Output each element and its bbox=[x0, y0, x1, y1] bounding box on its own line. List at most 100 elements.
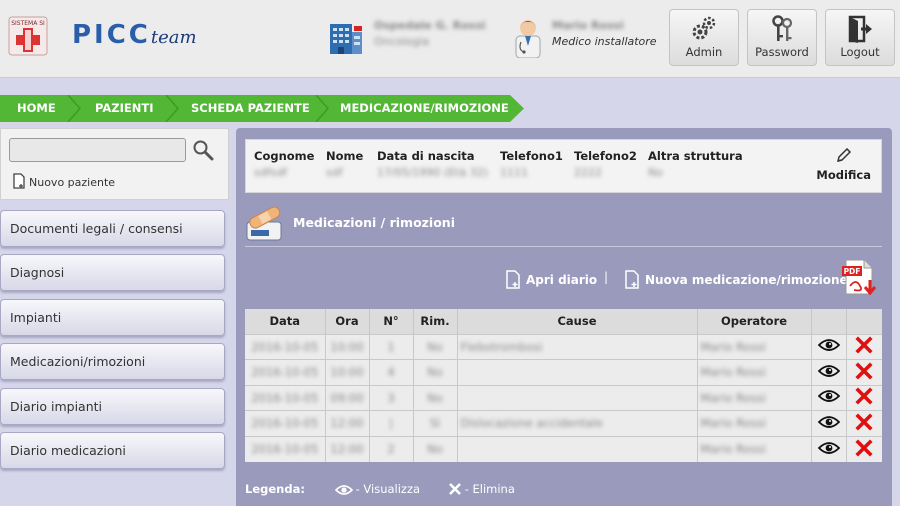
cell-operator: Mario Rossi bbox=[700, 416, 766, 431]
sidebar-item-implants[interactable]: Impianti bbox=[0, 299, 225, 336]
new-patient-label: Nuovo paziente bbox=[29, 176, 116, 189]
pencil-icon bbox=[836, 148, 851, 163]
breadcrumb-home[interactable]: HOME bbox=[17, 95, 56, 122]
logout-button[interactable]: Logout bbox=[825, 9, 895, 66]
gears-icon bbox=[692, 16, 716, 40]
sidebar-item-legal-documents[interactable]: Documenti legali / consensi bbox=[0, 210, 225, 247]
breadcrumb-items: HOME PAZIENTI SCHEDA PAZIENTE MEDICAZION… bbox=[0, 95, 524, 122]
password-button[interactable]: Password bbox=[747, 9, 817, 66]
delete-icon[interactable] bbox=[855, 336, 873, 354]
cell-time-container: 12:00 bbox=[324, 410, 369, 436]
cell-operator-container: Mario Rossi bbox=[696, 384, 811, 411]
view-cell bbox=[810, 410, 846, 436]
delete-cell bbox=[845, 359, 882, 385]
eye-icon[interactable] bbox=[817, 389, 840, 403]
table-row[interactable]: 2016-10-05 09:00 3 No Mario Rossi bbox=[245, 384, 882, 411]
eye-icon bbox=[334, 485, 353, 495]
cell-time-container: 10:00 bbox=[324, 333, 369, 360]
cell-operator-container: Mario Rossi bbox=[696, 410, 811, 436]
cell-operator: Mario Rossi bbox=[700, 339, 766, 354]
column-header-view bbox=[810, 309, 846, 334]
action-separator: | bbox=[604, 270, 609, 284]
logout-icon bbox=[848, 15, 872, 43]
delete-icon[interactable] bbox=[855, 438, 873, 457]
breadcrumb-patient-record[interactable]: SCHEDA PAZIENTE bbox=[191, 95, 310, 122]
delete-icon[interactable] bbox=[855, 362, 873, 380]
brand-name: PICC bbox=[72, 20, 151, 50]
delete-icon[interactable] bbox=[855, 387, 873, 405]
cell-date: 2016-10-05 bbox=[251, 365, 319, 380]
table-row[interactable]: 2016-10-05 12:00 2 No Mario Rossi bbox=[245, 435, 882, 462]
dressings-table: Data Ora N° Rim. Cause Operatore 2016-10… bbox=[245, 309, 882, 462]
admin-button[interactable]: Admin bbox=[669, 9, 739, 66]
patient-phone2: Telefono2 2222 bbox=[574, 149, 637, 179]
cell-removal-container: Sì bbox=[412, 410, 457, 436]
cell-causes-container bbox=[456, 359, 697, 385]
column-header: Cognome bbox=[254, 149, 315, 163]
cell-number-container: 2 bbox=[368, 435, 413, 462]
cell-date: 2016-10-05 bbox=[251, 339, 319, 354]
eye-icon[interactable] bbox=[817, 338, 840, 352]
cell-number-container: 3 bbox=[368, 384, 413, 411]
search-icon[interactable] bbox=[192, 139, 214, 161]
column-header: Altra struttura bbox=[648, 149, 743, 163]
eye-icon[interactable] bbox=[817, 364, 840, 378]
legend: Legenda: - Visualizza - Elimina bbox=[245, 482, 515, 496]
cell-date-container: 2016-10-05 bbox=[245, 359, 325, 385]
bandage-icon bbox=[245, 206, 285, 242]
new-patient-link[interactable]: Nuovo paziente bbox=[13, 173, 115, 189]
table-row[interactable]: 2016-10-05 10:00 4 No Mario Rossi bbox=[245, 359, 882, 385]
search-input[interactable] bbox=[9, 138, 186, 162]
delete-cell bbox=[845, 333, 882, 360]
doctor-avatar-icon bbox=[512, 16, 544, 59]
sidebar-item-diagnosis[interactable]: Diagnosi bbox=[0, 254, 225, 291]
cell-date: 2016-10-05 bbox=[251, 442, 319, 456]
cell-date-container: 2016-10-05 bbox=[245, 384, 325, 411]
column-header-operator: Operatore bbox=[696, 309, 811, 334]
breadcrumb-patients[interactable]: PAZIENTI bbox=[95, 95, 154, 122]
cell-time-container: 10:00 bbox=[324, 359, 369, 385]
eye-icon[interactable] bbox=[817, 415, 840, 429]
cell-date-container: 2016-10-05 bbox=[245, 410, 325, 436]
eye-icon[interactable] bbox=[817, 441, 840, 455]
hospital-building-icon bbox=[326, 18, 364, 56]
view-cell bbox=[810, 359, 846, 385]
edit-label: Modifica bbox=[816, 168, 871, 182]
cell-causes: Flebotrombosi bbox=[460, 339, 543, 354]
cell-operator: Mario Rossi bbox=[700, 442, 766, 456]
pdf-icon[interactable]: PDF bbox=[840, 256, 880, 298]
cell-number-container: 4 bbox=[368, 359, 413, 385]
column-value: No bbox=[648, 166, 663, 179]
cell-date-container: 2016-10-05 bbox=[245, 333, 325, 360]
patient-surname: Cognome sdfsdf bbox=[254, 149, 314, 179]
cell-number: | bbox=[389, 416, 393, 431]
cell-removal-container: No bbox=[412, 435, 457, 462]
admin-button-label: Admin bbox=[685, 45, 723, 59]
column-header-causes: Cause bbox=[456, 309, 697, 334]
sidebar-item-dressing-diary[interactable]: Diario medicazioni bbox=[0, 432, 225, 469]
cell-date-container: 2016-10-05 bbox=[245, 435, 325, 462]
close-icon bbox=[448, 483, 461, 495]
new-dressing-label: Nuova medicazione/rimozione bbox=[645, 273, 848, 287]
sidebar-item-implant-diary[interactable]: Diario impianti bbox=[0, 388, 225, 425]
patient-other-facility: Altra struttura No bbox=[648, 149, 743, 179]
patient-phone1: Telefono1 1111 bbox=[500, 149, 563, 179]
cell-number-container: | bbox=[368, 410, 413, 436]
svg-text:SISTEMA SI: SISTEMA SI bbox=[11, 20, 45, 27]
sidebar: Nuovo paziente Documenti legali / consen… bbox=[0, 128, 229, 506]
table-row[interactable]: 2016-10-05 12:00 | Sì Dislocazione accidenta… bbox=[245, 410, 882, 436]
table-row[interactable]: 2016-10-05 10:00 1 No Flebotrombosi Mario Ros… bbox=[245, 333, 882, 360]
cell-time-container: 12:00 bbox=[324, 435, 369, 462]
user-name: Mario Rossi bbox=[552, 19, 624, 32]
column-header-date: Data bbox=[245, 309, 325, 334]
delete-cell bbox=[845, 410, 882, 436]
open-diary-link[interactable]: Apri diario bbox=[506, 270, 597, 289]
search-panel: Nuovo paziente bbox=[0, 128, 229, 200]
cell-removal: No bbox=[427, 339, 443, 354]
edit-patient-button[interactable]: Modifica bbox=[816, 148, 871, 182]
sidebar-item-dressings[interactable]: Medicazioni/rimozioni bbox=[0, 343, 225, 380]
new-dressing-link[interactable]: Nuova medicazione/rimozione bbox=[625, 270, 848, 289]
column-header-delete bbox=[845, 309, 882, 334]
column-header: Data di nascita bbox=[377, 149, 475, 163]
delete-icon[interactable] bbox=[855, 413, 873, 431]
